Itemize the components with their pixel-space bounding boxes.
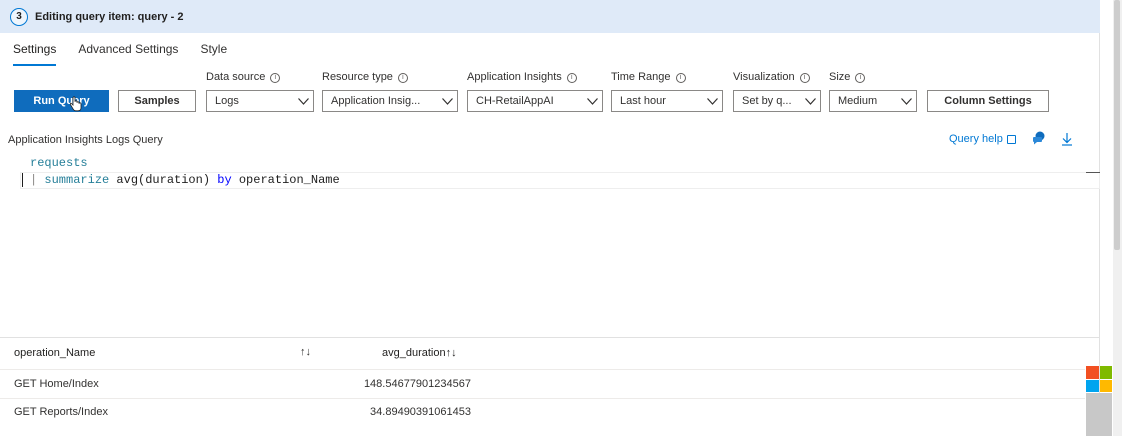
download-icon[interactable] [1061, 132, 1073, 146]
chevron-down-icon [800, 91, 820, 111]
size-value: Medium [838, 95, 878, 107]
step-header: 3 Editing query item: query - 2 [0, 0, 1100, 33]
time-range-value: Last hour [620, 95, 666, 107]
run-query-button[interactable]: Run Query [14, 90, 109, 112]
avg-expression: avg(duration) [109, 173, 218, 187]
info-icon: i [855, 73, 866, 83]
query-editor[interactable]: requests | summarize avg(duration) by op… [0, 152, 1100, 338]
code-line-1: requests [30, 156, 88, 170]
table-cell-duration: 148.54677901234567 [363, 378, 471, 390]
side-panel-block [1086, 393, 1112, 436]
results-table [0, 338, 1100, 436]
data-source-dropdown[interactable]: Logs [206, 90, 314, 112]
summarize-keyword: summarize [44, 173, 110, 187]
sort-icon[interactable]: ↑↓ [446, 347, 457, 359]
external-link-icon [1006, 134, 1016, 144]
query-editor-panel: 3 Editing query item: query - 2 Settings… [0, 0, 1100, 436]
table-cell-operation: GET Home/Index [14, 378, 99, 390]
query-help-label: Query help [949, 133, 1003, 145]
chevron-down-icon [582, 91, 602, 111]
resource-type-label: Resource type i [322, 71, 408, 83]
column-settings-button[interactable]: Column Settings [927, 90, 1049, 112]
time-range-dropdown[interactable]: Last hour [611, 90, 723, 112]
chevron-down-icon [702, 91, 722, 111]
visualization-dropdown[interactable]: Set by q... [733, 90, 821, 112]
samples-button[interactable]: Samples [118, 90, 196, 112]
app-insights-label: Application Insights i [467, 71, 577, 83]
code-line-2: | summarize avg(duration) by operation_N… [30, 173, 340, 187]
table-cell-operation: GET Reports/Index [14, 406, 108, 418]
visualization-label: Visualization i [733, 71, 810, 83]
resource-type-value: Application Insig... [331, 95, 421, 107]
table-row-divider [0, 369, 1085, 370]
group-column: operation_Name [231, 173, 340, 187]
data-source-value: Logs [215, 95, 239, 107]
app-insights-value: CH-RetailAppAI [476, 95, 554, 107]
avg-duration-label: avg_duration [382, 347, 446, 359]
tab-advanced-settings[interactable]: Advanced Settings [78, 42, 178, 66]
query-help-link[interactable]: Query help [949, 133, 1016, 145]
by-keyword: by [217, 173, 232, 187]
chevron-down-icon [896, 91, 916, 111]
chevron-down-icon [293, 91, 313, 111]
data-source-label: Data source i [206, 71, 281, 83]
microsoft-logo-icon [1086, 366, 1112, 392]
pipe-token: | [30, 173, 45, 187]
column-header-avg-duration[interactable]: avg_duration↑↓ [382, 347, 457, 359]
size-label: Size i [829, 71, 866, 83]
text-caret [22, 173, 23, 187]
info-icon: i [566, 73, 577, 83]
step-number-badge: 3 [10, 7, 28, 26]
step-title: Editing query item: query - 2 [35, 10, 184, 23]
table-cell-duration: 34.89490391061453 [370, 406, 471, 418]
size-dropdown[interactable]: Medium [829, 90, 917, 112]
table-row-divider [0, 398, 1085, 399]
editor-ruler [1086, 172, 1100, 173]
scrollbar-thumb[interactable] [1114, 0, 1120, 250]
hand-cursor-icon [70, 96, 82, 112]
info-icon: i [397, 73, 408, 83]
chat-feedback-icon[interactable] [1032, 131, 1046, 145]
column-header-operation-name[interactable]: operation_Name [14, 347, 95, 359]
info-icon: i [799, 73, 810, 83]
settings-tabs: Settings Advanced Settings Style [13, 42, 249, 66]
sort-icon[interactable]: ↑↓ [300, 346, 311, 358]
visualization-value: Set by q... [742, 95, 792, 107]
app-insights-dropdown[interactable]: CH-RetailAppAI [467, 90, 603, 112]
query-section-label: Application Insights Logs Query [8, 134, 163, 146]
tab-settings[interactable]: Settings [13, 42, 57, 66]
tab-style[interactable]: Style [200, 42, 227, 66]
resource-type-dropdown[interactable]: Application Insig... [322, 90, 458, 112]
time-range-label: Time Range i [611, 71, 686, 83]
info-icon: i [675, 73, 686, 83]
info-icon: i [270, 73, 281, 83]
chevron-down-icon [437, 91, 457, 111]
